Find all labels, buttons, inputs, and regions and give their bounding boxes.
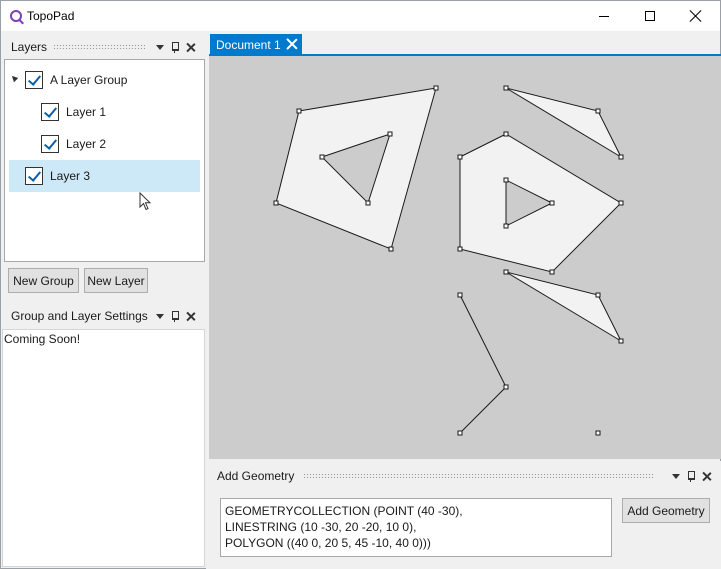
tree-item-label: Layer 1 [66,105,107,119]
minimize-icon [599,15,609,17]
vertex-handle [503,131,509,137]
layer-group-checkbox[interactable] [25,71,43,89]
vertex-handle [595,292,601,298]
wkt-line: LINESTRING (10 -30, 20 -20, 10 0), [225,520,417,534]
dropdown-arrow-icon [672,473,680,479]
settings-panel-title: Group and Layer Settings [11,309,148,323]
panel-grip[interactable] [303,473,655,478]
vertex-handle [319,154,325,160]
vertex-handle [273,200,279,206]
geometry-canvas[interactable] [209,56,721,459]
vertex-handle [387,131,393,137]
pin-icon [171,310,179,322]
vertex-handle [503,85,509,91]
triangle-lower-right [505,271,623,343]
settings-panel-header[interactable]: Group and Layer Settings [3,305,205,327]
tree-item-a-layer-group[interactable]: A Layer Group [5,64,204,96]
vertex-handle [549,269,555,275]
panel-close-button[interactable] [183,39,197,55]
pin-icon [171,41,179,53]
layers-panel-title: Layers [11,40,48,54]
vertex-handle [296,108,302,114]
point-geometry [595,430,601,436]
minimize-button[interactable] [581,1,627,31]
coming-soon-text: Coming Soon! [4,332,81,346]
wkt-line: GEOMETRYCOLLECTION (POINT (40 -30), [225,504,463,518]
vertex-handle [388,246,394,252]
panel-close-button[interactable] [699,468,713,484]
add-geometry-panel-header[interactable]: Add Geometry [209,465,721,487]
vertex-handle [618,154,624,160]
close-icon [702,472,711,481]
tab-close-icon[interactable] [286,38,298,50]
new-layer-button[interactable]: New Layer [84,268,148,293]
maximize-icon [645,11,655,21]
vertex-handle [503,223,509,229]
app-icon [10,10,22,22]
tree-item-label: Layer 3 [50,169,91,183]
wkt-input[interactable]: GEOMETRYCOLLECTION (POINT (40 -30), LINES… [220,498,612,557]
add-geometry-button[interactable]: Add Geometry [622,498,710,523]
panel-pin-button[interactable] [684,468,698,484]
tree-item-layer-1[interactable]: Layer 1 [5,96,204,128]
add-geometry-panel-title: Add Geometry [217,469,295,483]
vertex-handle [618,338,624,344]
new-group-button[interactable]: New Group [8,268,79,293]
expand-collapse-icon[interactable] [9,73,19,83]
close-icon [186,43,195,52]
dropdown-arrow-icon [156,44,164,50]
panel-menu-dropdown[interactable] [153,308,167,324]
wkt-line: POLYGON ((40 0, 20 5, 45 -10, 40 0))) [225,536,431,550]
vertex-handle [618,200,624,206]
linestring [459,294,507,434]
vertex-handle [457,292,463,298]
maximize-button[interactable] [627,1,673,31]
vertex-handle [503,384,509,390]
layer-1-checkbox[interactable] [41,103,59,121]
close-button[interactable] [673,1,719,31]
vertex-handle [457,246,463,252]
layer-2-checkbox[interactable] [41,135,59,153]
close-icon [186,312,195,321]
vertex-handle [503,269,509,275]
title-bar[interactable]: TopoPad [1,1,720,31]
panel-menu-dropdown[interactable] [669,468,683,484]
layer-3-checkbox[interactable] [25,167,43,185]
settings-panel-content: Coming Soon! [2,329,205,567]
vertex-handle [457,430,463,436]
vertex-handle [503,177,509,183]
tree-item-label: A Layer Group [50,73,128,87]
add-geometry-panel: Add Geometry GEOMETRYCOLLECTION (POINT (… [209,461,721,569]
mouse-cursor-icon [139,192,152,211]
panel-pin-button[interactable] [168,39,182,55]
panel-pin-button[interactable] [168,308,182,324]
vertex-handle [433,85,439,91]
close-icon [690,10,702,22]
panel-menu-dropdown[interactable] [153,39,167,55]
app-window: TopoPad Layers A Layer Group Layer 1 Lay… [0,0,721,569]
layers-panel-header[interactable]: Layers [3,36,205,58]
tree-item-label: Layer 2 [66,137,107,151]
pin-icon [687,470,695,482]
panel-grip[interactable] [53,44,145,49]
tree-item-layer-3[interactable]: Layer 3 [9,160,200,192]
layers-tree[interactable]: A Layer Group Layer 1 Layer 2 Layer 3 [4,59,205,262]
tab-document-1[interactable]: Document 1 [210,34,302,55]
map-canvas[interactable] [209,56,721,459]
window-title: TopoPad [27,9,75,23]
vertex-handle [549,200,555,206]
dropdown-arrow-icon [156,313,164,319]
vertex-handle [457,154,463,160]
vertex-handle [595,108,601,114]
panel-close-button[interactable] [183,308,197,324]
polygon-with-hole-center [459,133,622,273]
tab-label: Document 1 [216,37,281,52]
vertex-handle [365,200,371,206]
tree-item-layer-2[interactable]: Layer 2 [5,128,204,160]
